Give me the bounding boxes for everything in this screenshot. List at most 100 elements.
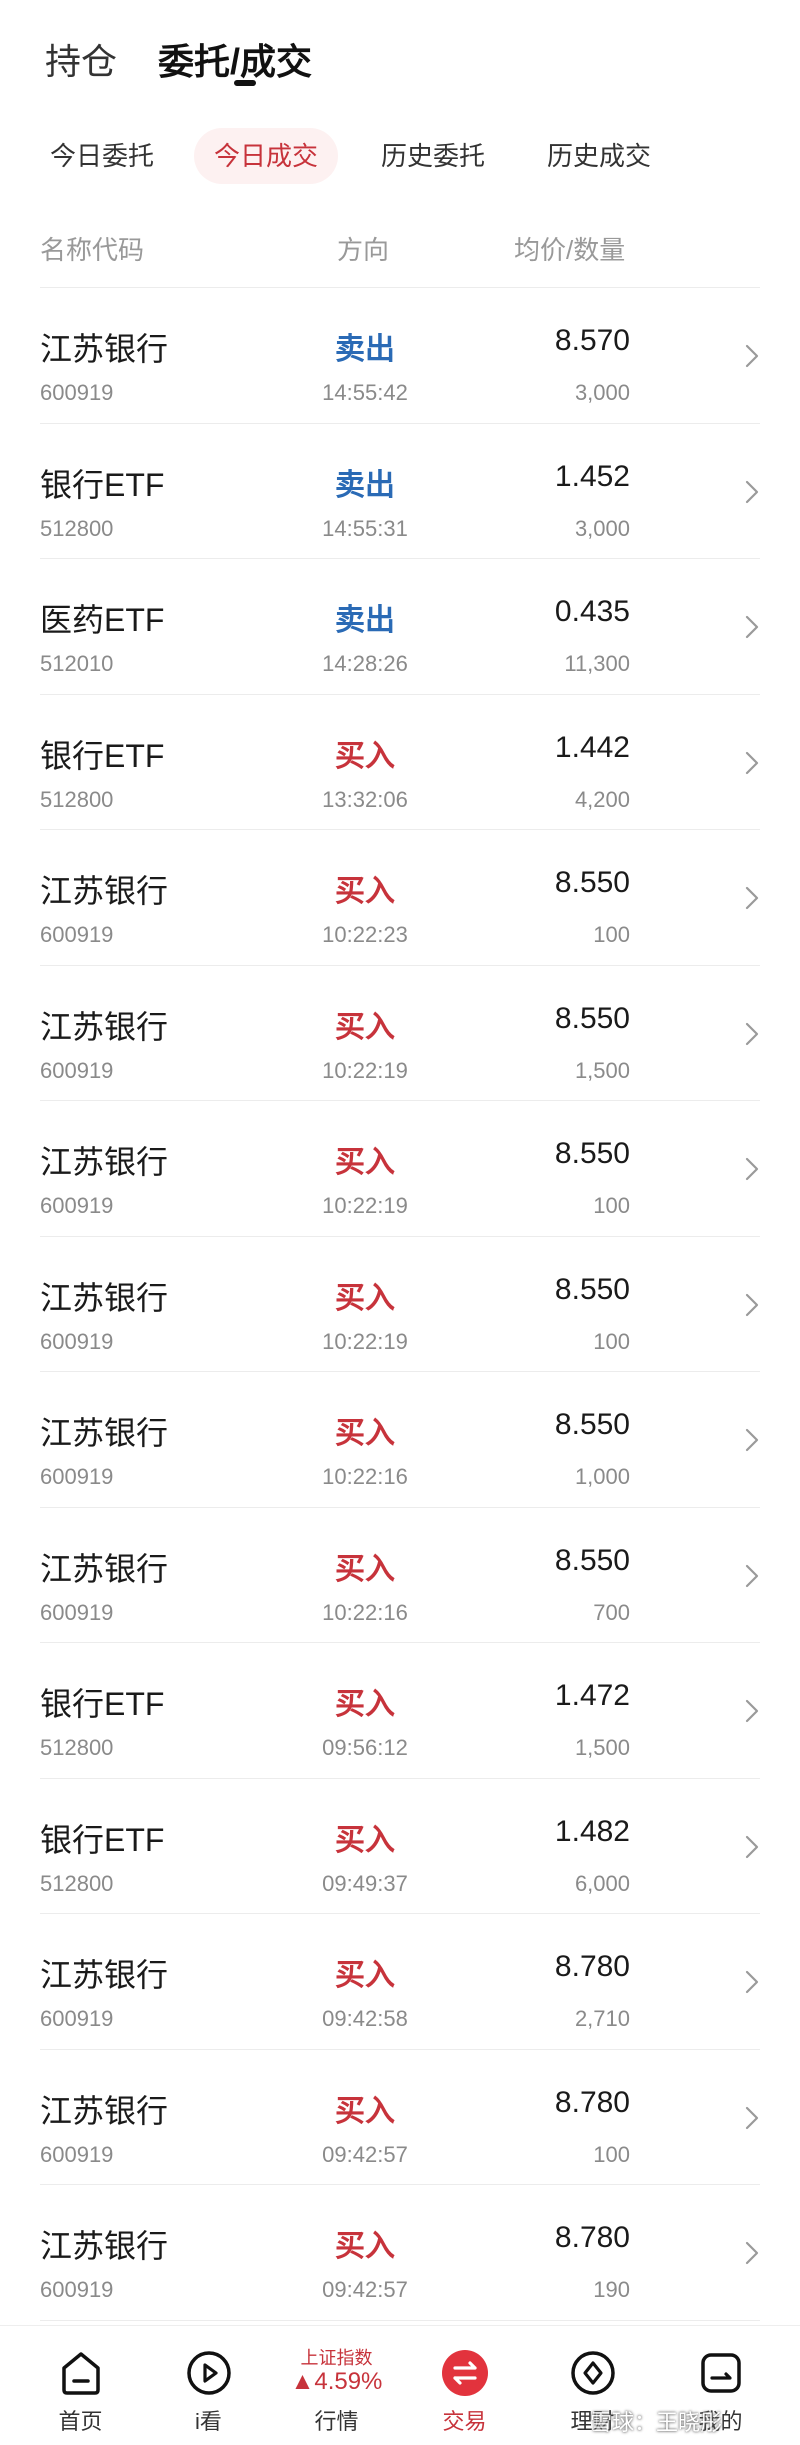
avg-price: 8.550 [554,1408,630,1441]
avg-price: 1.442 [554,730,630,764]
trade-row[interactable]: 银行ETF 512800 买入 13:32:06 1.442 4,200 [0,695,800,830]
security-name: 江苏银行 [40,1550,169,1587]
avg-price: 8.550 [554,1543,630,1577]
active-tab-indicator [234,80,256,86]
nav-market[interactable]: 上证指数 ▲4.59% 行情 [270,2326,403,2445]
security-code: 600919 [40,2141,114,2167]
tab-orders-trades-label: 委托/成交 [158,41,313,82]
trade-row[interactable]: 江苏银行 600919 买入 09:42:57 8.780 190 [0,2185,800,2321]
avg-price: 1.482 [554,1814,630,1848]
security-name: 江苏银行 [40,1415,169,1451]
trade-time: 14:55:42 [322,380,408,405]
play-circle-icon [187,2351,231,2395]
trade-row[interactable]: 江苏银行 600919 买入 09:42:57 8.780 100 [0,2050,800,2185]
security-name: 江苏银行 [40,2228,169,2264]
nav-watch-label: i看 [195,2409,222,2434]
trade-direction: 卖出 [335,604,395,637]
avg-price: 8.780 [554,2085,630,2119]
col-direction: 方向 [337,235,390,265]
trade-quantity: 2,710 [574,2006,630,2031]
chevron-right-icon [745,1835,759,1858]
avg-price: 8.570 [554,324,630,357]
security-code: 600919 [40,1599,114,1625]
chevron-right-icon [745,2106,759,2129]
market-index-name: 上证指数 [300,2348,373,2368]
chevron-right-icon [745,751,759,774]
security-name: 银行ETF [40,466,165,503]
trade-quantity: 100 [593,1193,630,1218]
trade-direction: 买入 [335,1959,395,1992]
security-code: 512800 [40,1870,114,1896]
subtab-history-orders[interactable]: 历史委托 [361,128,505,184]
trade-time: 09:49:37 [322,1870,408,1896]
trade-direction: 买入 [335,1281,395,1315]
subtab-today-orders[interactable]: 今日委托 [30,128,174,184]
trade-quantity: 100 [593,2141,630,2167]
nav-home[interactable]: 首页 [14,2326,147,2445]
chevron-right-icon [745,1022,759,1045]
avg-price: 8.780 [554,2221,630,2254]
security-code: 600919 [40,922,114,947]
nav-watch[interactable]: i看 [142,2326,275,2445]
sub-tabs: 今日委托 今日成交 历史委托 历史成交 [0,128,800,184]
trade-quantity: 100 [593,1328,630,1354]
trade-time: 14:28:26 [322,651,408,676]
trade-row[interactable]: 银行ETF 512800 卖出 14:55:31 1.452 3,000 [0,424,800,559]
security-name: 江苏银行 [40,2092,169,2129]
tab-holdings[interactable]: 持仓 [45,36,117,88]
nav-trade-label: 交易 [442,2409,487,2434]
trade-row[interactable]: 江苏银行 600919 买入 09:42:58 8.780 2,710 [0,1914,800,2050]
trade-time: 10:22:19 [322,1057,408,1083]
security-code: 512010 [40,651,114,676]
profile-icon [701,2353,741,2393]
subtab-today-trades[interactable]: 今日成交 [194,128,339,184]
trade-direction: 买入 [335,2094,395,2128]
trade-row[interactable]: 医药ETF 512010 卖出 14:28:26 0.435 11,300 [0,559,800,695]
avg-price: 0.435 [554,595,630,628]
trade-row[interactable]: 银行ETF 512800 买入 09:56:12 1.472 1,500 [0,1643,800,1779]
security-name: 江苏银行 [40,1957,169,1993]
security-code: 600919 [40,1057,114,1083]
nav-trade[interactable]: 交易 [398,2326,531,2445]
chevron-right-icon [745,1428,759,1452]
trade-direction: 买入 [335,2230,395,2263]
trade-time: 10:22:16 [322,1599,408,1625]
trade-row[interactable]: 江苏银行 600919 买入 10:22:23 8.550 100 [0,830,800,966]
chevron-right-icon [745,1970,759,1994]
trade-direction: 买入 [335,1552,395,1586]
trade-row[interactable]: 江苏银行 600919 买入 10:22:16 8.550 1,000 [0,1372,800,1508]
nav-home-label: 首页 [58,2409,103,2434]
security-code: 512800 [40,515,114,541]
subtab-history-trades[interactable]: 历史成交 [527,128,671,184]
trade-direction: 买入 [335,1010,395,1044]
avg-price: 1.452 [554,459,630,493]
security-code: 600919 [40,1464,114,1489]
trade-list: 江苏银行 600919 卖出 14:55:42 8.570 3,000 银行ET… [0,288,800,2321]
market-index-change: ▲4.59% [290,2368,383,2395]
trade-row[interactable]: 江苏银行 600919 买入 10:22:16 8.550 700 [0,1508,800,1643]
trade-direction: 买入 [335,875,395,908]
trade-direction: 买入 [335,739,395,773]
chevron-right-icon [745,2241,759,2265]
security-name: 银行ETF [40,1686,165,1722]
trade-quantity: 1,000 [574,1464,630,1489]
security-code: 600919 [40,1328,114,1354]
trade-quantity: 190 [593,2277,630,2302]
trade-row[interactable]: 银行ETF 512800 买入 09:49:37 1.482 6,000 [0,1779,800,1914]
trade-direction: 卖出 [335,468,395,502]
trade-quantity: 3,000 [574,515,630,541]
trade-direction: 买入 [335,1417,395,1450]
trade-direction: 买入 [335,1688,395,1721]
nav-market-label: 行情 [314,2409,359,2434]
security-name: 江苏银行 [40,873,169,909]
trade-row[interactable]: 江苏银行 600919 卖出 14:55:42 8.570 3,000 [0,288,800,424]
trade-time: 14:55:31 [322,515,408,541]
trade-row[interactable]: 江苏银行 600919 买入 10:22:19 8.550 100 [0,1101,800,1237]
trade-time: 13:32:06 [322,786,408,812]
tab-orders-trades[interactable]: 委托/成交 [158,36,312,88]
chevron-right-icon [745,480,759,503]
row-divider [40,2319,760,2321]
trade-row[interactable]: 江苏银行 600919 买入 10:22:19 8.550 1,500 [0,966,800,1101]
trade-row[interactable]: 江苏银行 600919 买入 10:22:19 8.550 100 [0,1237,800,1372]
home-icon [62,2352,100,2395]
